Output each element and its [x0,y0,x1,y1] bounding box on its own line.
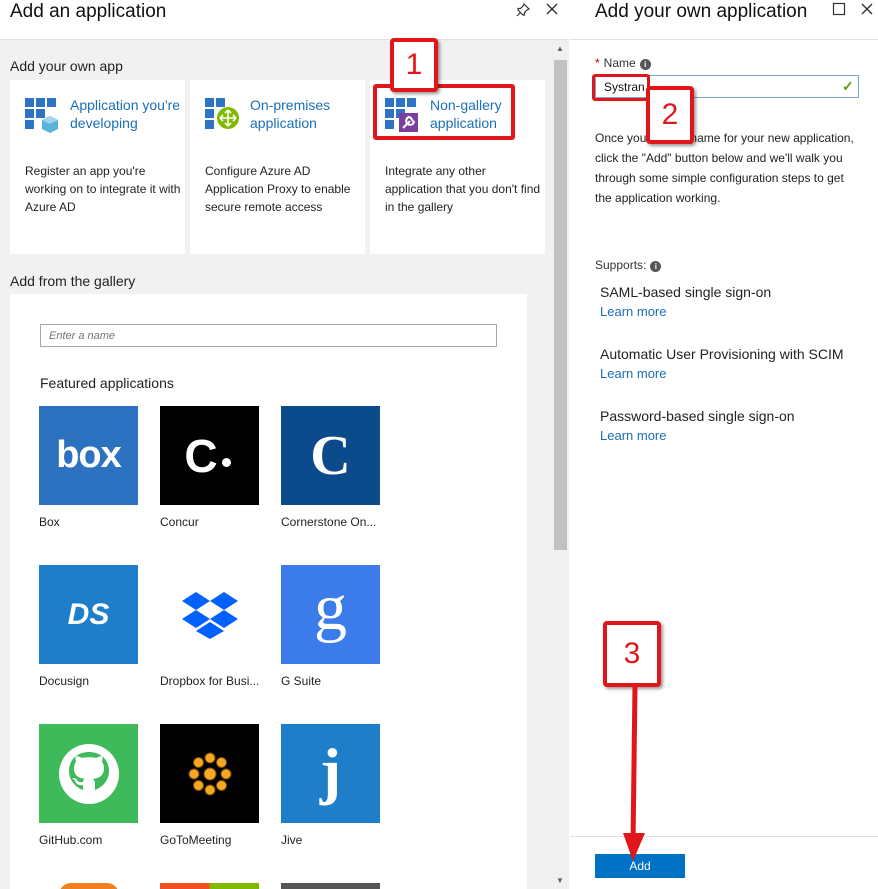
docusign-logo: DS [39,565,138,664]
required-marker: * [595,56,600,70]
app-tile-partial[interactable] [160,883,260,889]
scroll-down-icon[interactable]: ▼ [556,876,564,885]
app-name: GoToMeeting [160,833,232,847]
app-name: G Suite [281,674,322,688]
learn-more-link[interactable]: Learn more [600,366,870,381]
gotomeeting-logo [160,724,259,823]
app-tile-github[interactable]: GitHub.com [39,724,139,847]
gallery-section-label: Add from the gallery [10,273,136,289]
blade-header: Add an application [0,0,569,40]
vertical-scrollbar[interactable]: ▲ ▼ [552,40,569,889]
annotation-highlight-name [592,74,650,101]
learn-more-link[interactable]: Learn more [600,304,870,319]
blade-header: Add your own application [570,0,878,40]
tile-description: Configure Azure AD Application Proxy to … [205,164,351,214]
app-tile-dropbox[interactable]: Dropbox for Busi... [160,565,260,688]
blade-title: Add an application [10,1,167,22]
app-tile-docusign[interactable]: DS Docusign [39,565,139,688]
scroll-thumb[interactable] [554,60,567,550]
github-logo [39,724,138,823]
screen: Add an application Add your own app Appl… [0,0,878,889]
tile-description: Register an app you're working on to int… [25,164,181,214]
app-tile-partial[interactable] [39,883,139,889]
annotation-arrow [623,685,645,861]
gallery-panel: Featured applications box Box C Concur C [10,294,527,889]
tile-title: On-premises application [250,97,331,131]
instructions-text: Once you enter a name for your new appli… [595,131,854,205]
app-proxy-icon [205,98,239,132]
app-tile-gsuite[interactable]: g G Suite [281,565,381,688]
featured-apps-label: Featured applications [40,375,174,391]
info-icon[interactable]: i [639,59,651,70]
feature-name: Password-based single sign-on [600,408,795,424]
box-logo: box [39,406,138,505]
close-icon[interactable] [860,2,874,21]
tile-title: Application you're developing [70,97,181,131]
annotation-step-1: 1 [390,38,438,92]
add-own-application-blade: Add your own application *Namei ✓ Once y… [570,0,878,889]
concur-logo: C [160,406,259,505]
tile-app-developing[interactable]: Application you're developing Register a… [10,80,185,254]
app-tile-box[interactable]: box Box [39,406,139,529]
cornerstone-logo: C [281,406,380,505]
app-tile-partial[interactable] [281,883,381,889]
scroll-up-icon[interactable]: ▲ [556,44,564,53]
feature-name: Automatic User Provisioning with SCIM [600,346,844,362]
app-name: Box [39,515,60,529]
tile-description: Integrate any other application that you… [385,164,541,214]
feature-scim: Automatic User Provisioning with SCIM Le… [600,346,870,381]
supports-label: Supports: i [595,258,662,272]
app-tile-jive[interactable]: j Jive [281,724,381,847]
app-name: Jive [281,833,303,847]
tile-on-premises[interactable]: On-premises application Configure Azure … [190,80,365,254]
app-name: Concur [160,515,199,529]
info-icon[interactable]: i [650,261,662,272]
feature-password-sso: Password-based single sign-on Learn more [600,408,870,443]
partial-logo [281,883,380,889]
valid-check-icon: ✓ [842,78,854,94]
app-tile-concur[interactable]: C Concur [160,406,260,529]
app-tile-cornerstone[interactable]: C Cornerstone On... [281,406,381,529]
jive-logo: j [281,724,380,823]
annotation-step-2: 2 [646,86,694,144]
annotation-step-3: 3 [603,621,661,687]
maximize-icon[interactable] [832,2,846,21]
close-icon[interactable] [545,2,559,21]
blade-footer: Add [570,836,878,889]
gallery-search-input[interactable] [40,324,497,347]
app-name: Cornerstone On... [281,515,377,529]
app-name: GitHub.com [39,833,103,847]
feature-name: SAML-based single sign-on [600,284,772,300]
partial-logo [160,883,259,889]
annotation-highlight-non-gallery [373,84,515,140]
app-tile-gotomeeting[interactable]: GoToMeeting [160,724,260,847]
gsuite-logo: g [281,565,380,664]
feature-saml: SAML-based single sign-on Learn more [600,284,870,319]
learn-more-link[interactable]: Learn more [600,428,870,443]
own-app-section-label: Add your own app [10,58,123,74]
name-field-label: * Name i [595,56,651,70]
partial-logo [39,883,138,889]
app-name: Docusign [39,674,90,688]
dropbox-logo [160,565,259,664]
app-developing-icon [25,98,59,133]
blade-title: Add your own application [595,1,808,22]
pin-icon[interactable] [515,2,531,23]
app-name: Dropbox for Busi... [160,674,260,688]
